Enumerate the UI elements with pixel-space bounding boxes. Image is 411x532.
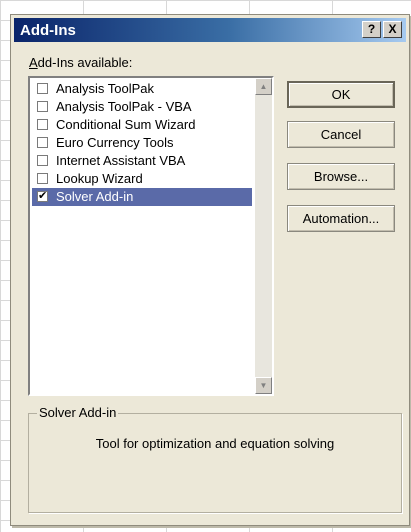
checkbox[interactable] <box>37 173 48 184</box>
label-mnemonic: A <box>29 55 38 70</box>
list-item[interactable]: Conditional Sum Wizard <box>32 116 252 134</box>
add-ins-items: Analysis ToolPak Analysis ToolPak - VBA … <box>32 80 252 206</box>
title-bar[interactable]: Add-Ins ? X <box>14 18 406 42</box>
list-item[interactable]: Internet Assistant VBA <box>32 152 252 170</box>
list-item[interactable]: Analysis ToolPak - VBA <box>32 98 252 116</box>
automation-button[interactable]: Automation... <box>287 205 395 232</box>
item-label: Solver Add-in <box>56 189 134 204</box>
checkbox[interactable] <box>37 83 48 94</box>
add-ins-listbox[interactable]: Analysis ToolPak Analysis ToolPak - VBA … <box>28 76 274 396</box>
item-label: Euro Currency Tools <box>56 135 174 150</box>
label-text: dd-Ins available: <box>37 55 133 70</box>
list-item[interactable]: Euro Currency Tools <box>32 134 252 152</box>
item-label: Lookup Wizard <box>56 171 143 186</box>
list-item[interactable]: Lookup Wizard <box>32 170 252 188</box>
list-item-selected[interactable]: ✔ Solver Add-in <box>32 188 252 206</box>
addin-details-group: Solver Add-in Tool for optimization and … <box>28 405 402 513</box>
dialog-title: Add-Ins <box>20 22 76 39</box>
list-item[interactable]: Analysis ToolPak <box>32 80 252 98</box>
browse-button[interactable]: Browse... <box>287 163 395 190</box>
checkbox[interactable] <box>37 119 48 130</box>
cancel-button[interactable]: Cancel <box>287 121 395 148</box>
vertical-scrollbar[interactable]: ▲ ▼ <box>255 78 272 394</box>
checkbox[interactable] <box>37 155 48 166</box>
close-button[interactable]: X <box>383 21 402 38</box>
item-label: Analysis ToolPak <box>56 81 155 96</box>
add-ins-dialog: Add-Ins ? X Add-Ins available: Analysis … <box>10 14 410 526</box>
item-label: Internet Assistant VBA <box>56 153 186 168</box>
checkbox[interactable] <box>37 101 48 112</box>
item-label: Conditional Sum Wizard <box>56 117 196 132</box>
help-button[interactable]: ? <box>362 21 381 38</box>
addin-description: Tool for optimization and equation solvi… <box>95 436 335 451</box>
scroll-up-arrow-icon[interactable]: ▲ <box>255 78 272 95</box>
checkbox-checked[interactable]: ✔ <box>37 191 48 202</box>
checkbox[interactable] <box>37 137 48 148</box>
item-label: Analysis ToolPak - VBA <box>56 99 192 114</box>
group-legend: Solver Add-in <box>37 405 119 420</box>
add-ins-list-label: Add-Ins available: <box>29 55 132 70</box>
scroll-down-arrow-icon[interactable]: ▼ <box>255 377 272 394</box>
ok-button[interactable]: OK <box>287 81 395 108</box>
